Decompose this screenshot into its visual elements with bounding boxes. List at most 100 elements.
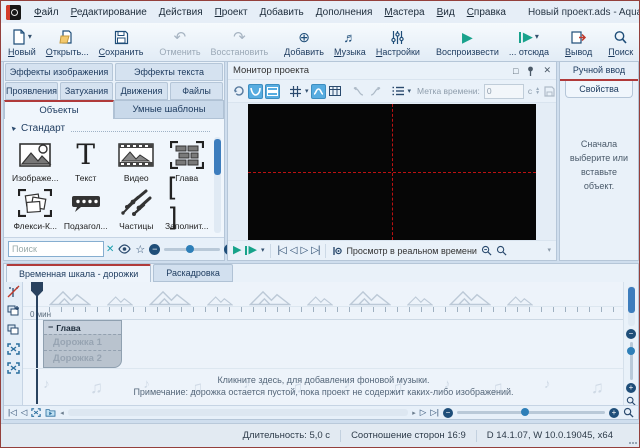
go-back-icon[interactable]: ◁ xyxy=(21,407,28,418)
scroll-right-icon[interactable]: ▸ xyxy=(412,409,416,417)
tab-fade-out[interactable]: Затухания xyxy=(60,82,113,100)
save-button[interactable]: Сохранить xyxy=(94,24,149,60)
vzoom-in-button[interactable]: + xyxy=(626,383,636,393)
fit-view-icon[interactable] xyxy=(31,408,41,417)
monitor-pin-icon[interactable] xyxy=(527,66,534,76)
track-2[interactable]: Дорожка 2 xyxy=(44,350,121,366)
redo-button[interactable]: ↷ Восстановить xyxy=(206,24,274,60)
object-particles[interactable]: Частицы xyxy=(111,186,162,231)
menu-addons[interactable]: Дополнения xyxy=(310,7,379,18)
skip-start-icon[interactable]: |◁ xyxy=(277,246,285,256)
tab-smart-templates[interactable]: Умные шаблоны xyxy=(114,100,224,119)
tab-storyboard[interactable]: Раскадровка xyxy=(153,264,233,282)
object-image[interactable]: Изображе... xyxy=(10,138,61,183)
go-forward-icon[interactable]: ▷ xyxy=(420,407,427,418)
vertical-zoom-slider[interactable] xyxy=(630,342,633,380)
menu-edit[interactable]: Редактирование xyxy=(65,7,153,18)
tab-timeline-tracks[interactable]: Временная шкала - дорожки xyxy=(6,264,151,282)
monitor-grid-button[interactable] xyxy=(288,84,303,99)
preview-screen[interactable] xyxy=(248,104,536,240)
chapter-collapse-icon[interactable]: − xyxy=(48,323,53,332)
tab-objects[interactable]: Объекты xyxy=(4,100,114,119)
monitor-curves-toggle[interactable] xyxy=(248,84,263,99)
monitor-letterbox-toggle[interactable] xyxy=(265,84,280,99)
prev-curve-icon[interactable] xyxy=(351,84,366,99)
open-button[interactable]: Открыть... xyxy=(41,24,94,60)
tab-files[interactable]: Файлы xyxy=(170,82,223,100)
save-timestamp-icon[interactable] xyxy=(542,84,557,99)
realtime-preview-icon[interactable] xyxy=(332,246,342,256)
monitor-zoom-out-icon[interactable] xyxy=(481,245,492,256)
fit-selection-icon[interactable] xyxy=(7,343,20,355)
zoom-out-button[interactable]: − xyxy=(149,244,160,255)
menu-help[interactable]: Справка xyxy=(461,7,512,18)
next-curve-icon[interactable] xyxy=(368,84,383,99)
music-track-area[interactable]: ♪♫♪ ♫♪♫ ♪♫♪ ♫♪♫ Кликните здесь, для доба… xyxy=(23,368,624,406)
objects-scrollbar[interactable] xyxy=(214,137,221,233)
step-back-icon[interactable]: ◁ xyxy=(290,246,297,256)
output-button[interactable]: Вывод xyxy=(560,24,597,60)
monitor-table-icon[interactable] xyxy=(328,84,343,99)
object-placeholder[interactable]: [ ] Заполнит... xyxy=(162,186,213,231)
monitor-maximize-icon[interactable]: □ xyxy=(513,66,518,76)
monitor-rotate-icon[interactable] xyxy=(231,84,246,99)
menu-wizards[interactable]: Мастера xyxy=(378,7,430,18)
clear-search-icon[interactable]: ✕ xyxy=(106,244,114,255)
grid-dropdown-icon[interactable]: ▾ xyxy=(305,88,309,95)
menu-add[interactable]: Добавить xyxy=(254,7,310,18)
marker-disabled-icon[interactable] xyxy=(7,285,20,298)
play-button[interactable]: ▶ Воспроизвести xyxy=(431,24,504,60)
scroll-left-icon[interactable]: ◂ xyxy=(60,409,64,417)
transport-play-from-icon[interactable]: ▶ xyxy=(245,245,256,256)
monitor-zoom-in-icon[interactable] xyxy=(496,245,507,256)
transport-play-icon[interactable]: ▶ xyxy=(233,245,241,256)
timeline-zoom-in-button[interactable]: + xyxy=(609,408,619,418)
new-button[interactable]: ▾ Новый xyxy=(3,24,41,60)
timeline-vertical-scrollbar[interactable] xyxy=(628,286,635,326)
chapter-block[interactable]: − Глава Дорожка 1 Дорожка 2 xyxy=(43,320,122,368)
timeline-ruler[interactable]: 0 мин xyxy=(23,306,624,320)
music-button[interactable]: ♬ Музыка xyxy=(329,24,371,60)
go-end-icon[interactable]: ▷| xyxy=(430,407,439,418)
vzoom-out-button[interactable]: − xyxy=(626,329,636,339)
fit-all-icon[interactable] xyxy=(7,362,20,374)
menu-project[interactable]: Проект xyxy=(209,7,254,18)
scrollbar-thumb[interactable] xyxy=(214,139,221,175)
tab-show-in[interactable]: Проявления xyxy=(5,82,58,100)
folder-preview-icon[interactable] xyxy=(45,408,56,417)
menu-view[interactable]: Вид xyxy=(431,7,461,18)
skip-end-icon[interactable]: ▷| xyxy=(311,246,319,256)
search-button[interactable]: Поиск xyxy=(603,24,638,60)
menu-file[interactable]: Файл xyxy=(28,7,65,18)
tab-motions[interactable]: Движения xyxy=(115,82,168,100)
object-text[interactable]: T Текст xyxy=(61,138,112,183)
thumbnail-size-slider[interactable] xyxy=(164,248,220,251)
tab-properties[interactable]: Свойства xyxy=(565,81,633,98)
menu-actions[interactable]: Действия xyxy=(153,7,209,18)
favorites-star-icon[interactable]: ☆ xyxy=(135,243,145,256)
monitor-path-toggle[interactable] xyxy=(311,84,326,99)
undo-button[interactable]: ↶ Отменить xyxy=(154,24,205,60)
track-1[interactable]: Дорожка 1 xyxy=(44,334,121,350)
timeline-horizontal-scrollbar[interactable] xyxy=(68,409,408,416)
resize-grip[interactable] xyxy=(628,435,637,444)
timeline-magnifier-icon[interactable] xyxy=(623,407,634,418)
duplicate-track-icon[interactable] xyxy=(7,324,20,336)
view-options-icon[interactable] xyxy=(391,84,406,99)
tab-text-effects[interactable]: Эффекты текста xyxy=(115,63,223,81)
eye-icon[interactable] xyxy=(118,244,131,254)
step-forward-icon[interactable]: ▷ xyxy=(300,246,307,256)
view-options-dropdown-icon[interactable]: ▾ xyxy=(408,88,412,95)
settings-button[interactable]: Настройки xyxy=(371,24,425,60)
vertical-scrollbar-thumb[interactable] xyxy=(628,287,635,313)
timeline-zoom-slider[interactable] xyxy=(457,411,605,414)
timestamp-input[interactable] xyxy=(484,84,524,99)
timestamp-spinner[interactable]: ▲▼ xyxy=(535,87,540,95)
section-standard[interactable]: ▲ Стандарт xyxy=(10,122,212,135)
new-dropdown-icon[interactable]: ▾ xyxy=(28,33,32,41)
timeline-zoom-out-button[interactable]: − xyxy=(443,408,453,418)
transport-dropdown-icon[interactable]: ▾ xyxy=(261,247,265,254)
play-from-dropdown-icon[interactable]: ▾ xyxy=(535,33,539,41)
tab-manual-input[interactable]: Ручной ввод xyxy=(560,62,638,81)
object-flexi-collage[interactable]: Флекси-К... xyxy=(10,186,61,231)
